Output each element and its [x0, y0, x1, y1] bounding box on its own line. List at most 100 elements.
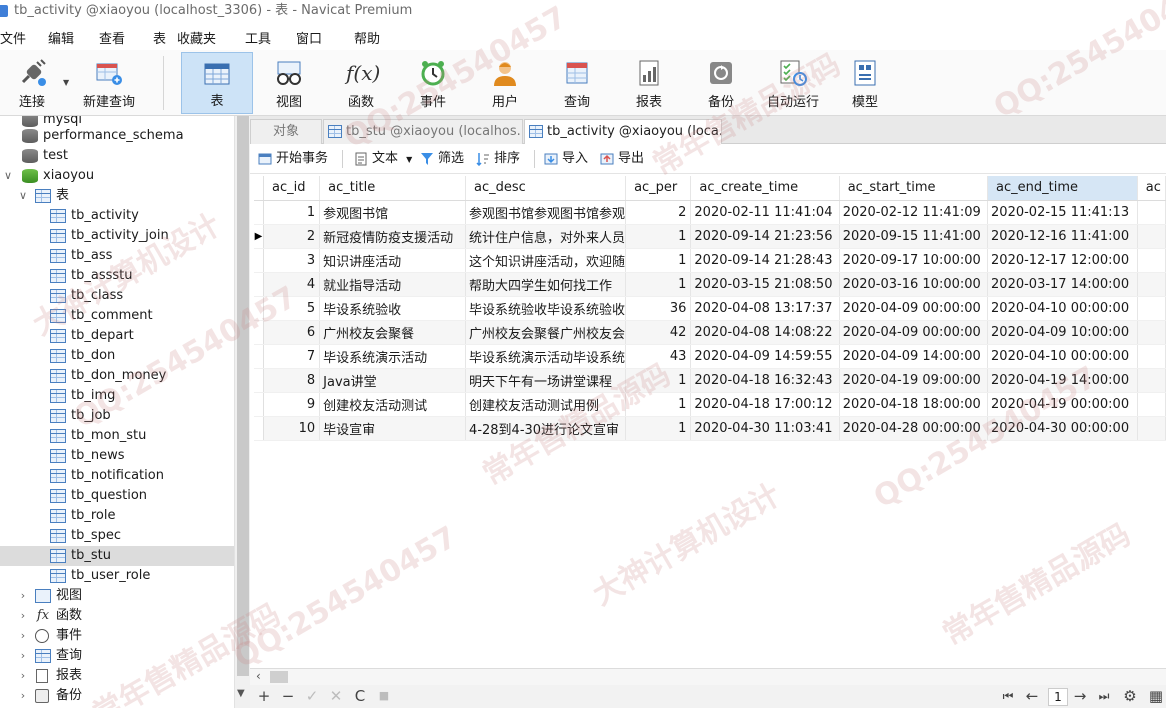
apply-changes-button[interactable]: ✓: [304, 687, 320, 705]
db-xiaoyou[interactable]: ∨ xiaoyou: [0, 166, 234, 186]
row-header[interactable]: [254, 200, 265, 225]
table-item[interactable]: tb_notification: [0, 466, 234, 486]
event-button[interactable]: 事件: [405, 52, 461, 114]
table-cell[interactable]: 9: [263, 392, 321, 417]
row-header[interactable]: [254, 320, 265, 345]
table-item[interactable]: tb_don: [0, 346, 234, 366]
functions-group[interactable]: › fx 函数: [0, 606, 234, 626]
table-cell[interactable]: 统计住户信息，对外来人员: [465, 224, 627, 249]
automation-button[interactable]: 自动运行: [761, 52, 825, 114]
table-cell[interactable]: 10: [263, 416, 321, 441]
table-cell[interactable]: 2020-04-09 14:00:00: [839, 344, 989, 369]
table-cell[interactable]: 2020-04-18 16:32:43: [690, 368, 840, 393]
table-cell[interactable]: 创建校友活动测试用例: [465, 392, 627, 417]
table-cell[interactable]: 毕设系统演示活动毕设系统: [465, 344, 627, 369]
table-item[interactable]: tb_question: [0, 486, 234, 506]
table-cell[interactable]: 2: [625, 200, 692, 225]
table-item[interactable]: tb_comment: [0, 306, 234, 326]
report-button[interactable]: 报表: [621, 52, 677, 114]
table-cell[interactable]: 43: [625, 344, 692, 369]
table-item[interactable]: tb_assstu: [0, 266, 234, 286]
table-cell[interactable]: 7: [263, 344, 321, 369]
collapsed-chevron-icon[interactable]: ›: [17, 606, 29, 626]
row-header[interactable]: [254, 248, 265, 273]
first-page-button[interactable]: ⏮: [1000, 687, 1016, 705]
column-header[interactable]: ac_desc: [465, 176, 627, 201]
table-cell[interactable]: 广州校友会聚餐: [319, 320, 467, 345]
table-cell[interactable]: [1137, 392, 1166, 417]
table-item-selected[interactable]: tb_stu: [0, 546, 234, 566]
table-cell[interactable]: 毕设宣审: [319, 416, 467, 441]
table-cell[interactable]: 毕设系统验收毕设系统验收: [465, 296, 627, 321]
navigator-scrollbar[interactable]: [234, 116, 250, 708]
table-cell[interactable]: [1137, 248, 1166, 273]
column-header[interactable]: ac_create_time: [690, 176, 840, 201]
table-cell[interactable]: 8: [263, 368, 321, 393]
import-button[interactable]: 导入: [544, 150, 588, 168]
horizontal-scrollbar[interactable]: ‹: [250, 669, 1166, 685]
collapsed-chevron-icon[interactable]: ›: [17, 626, 29, 646]
table-cell[interactable]: 1: [625, 272, 692, 297]
menu-window[interactable]: 窗口: [296, 28, 322, 47]
table-row[interactable]: 7 毕设系统演示活动 毕设系统演示活动毕设系统 43 2020-04-09 14:59:…: [254, 344, 1166, 369]
table-cell[interactable]: 2020-12-17 12:00:00: [987, 248, 1138, 273]
table-cell[interactable]: 2020-04-09 10:00:00: [987, 320, 1138, 345]
connect-button[interactable]: 连接: [4, 52, 60, 114]
reports-group[interactable]: › 报表: [0, 666, 234, 686]
table-item[interactable]: tb_img: [0, 386, 234, 406]
table-cell[interactable]: 2020-09-14 21:28:43: [690, 248, 840, 273]
table-cell[interactable]: 参观图书馆: [319, 200, 467, 225]
table-cell[interactable]: 2020-03-17 14:00:00: [987, 272, 1138, 297]
table-cell[interactable]: 帮助大四学生如何找工作: [465, 272, 627, 297]
query-button[interactable]: 查询: [549, 52, 605, 114]
table-cell[interactable]: 3: [263, 248, 321, 273]
table-cell[interactable]: 2020-04-28 00:00:00: [839, 416, 989, 441]
column-header-selected[interactable]: ac_end_time: [987, 176, 1138, 201]
table-cell[interactable]: 毕设系统验收: [319, 296, 467, 321]
row-header[interactable]: ▶: [254, 224, 265, 249]
scroll-left-arrow-icon[interactable]: ‹: [256, 669, 261, 683]
column-header[interactable]: ac_id: [263, 176, 321, 201]
stop-button[interactable]: ■: [376, 687, 392, 705]
table-cell[interactable]: 2020-09-17 10:00:00: [839, 248, 989, 273]
db-test[interactable]: test: [0, 146, 234, 166]
table-cell[interactable]: [1137, 368, 1166, 393]
table-cell[interactable]: 2020-09-14 21:23:56: [690, 224, 840, 249]
table-row[interactable]: 3 知识讲座活动 这个知识讲座活动，欢迎随 1 2020-09-14 21:28:43 2…: [254, 248, 1166, 273]
discard-changes-button[interactable]: ✕: [328, 687, 344, 705]
table-row[interactable]: 10 毕设宣审 4-28到4-30进行论文宣审 1 2020-04-30 11:03:4…: [254, 416, 1166, 441]
table-cell[interactable]: 就业指导活动: [319, 272, 467, 297]
table-cell[interactable]: [1137, 272, 1166, 297]
table-cell[interactable]: [1137, 344, 1166, 369]
row-header[interactable]: [254, 344, 265, 369]
table-cell[interactable]: 毕设系统演示活动: [319, 344, 467, 369]
column-header[interactable]: ac_title: [319, 176, 467, 201]
table-cell[interactable]: 2020-04-18 17:00:12: [690, 392, 840, 417]
table-row[interactable]: 5 毕设系统验收 毕设系统验收毕设系统验收 36 2020-04-08 13:17:37…: [254, 296, 1166, 321]
expanded-chevron-icon[interactable]: ∨: [17, 186, 29, 206]
db-performance-schema[interactable]: performance_schema: [0, 126, 234, 146]
table-cell[interactable]: 2020-02-11 11:41:04: [690, 200, 840, 225]
menu-tools[interactable]: 工具: [245, 28, 271, 47]
delete-record-button[interactable]: −: [280, 687, 296, 705]
scroll-down-arrow-icon[interactable]: ▼: [237, 688, 245, 699]
sort-button[interactable]: 排序: [476, 150, 520, 168]
table-item[interactable]: tb_ass: [0, 246, 234, 266]
table-cell[interactable]: 2020-04-30 11:03:41: [690, 416, 840, 441]
table-cell[interactable]: 2020-04-09 00:00:00: [839, 320, 989, 345]
table-cell[interactable]: 2020-04-10 00:00:00: [987, 296, 1138, 321]
table-cell[interactable]: 2020-04-08 13:17:37: [690, 296, 840, 321]
new-query-button[interactable]: 新建查询: [78, 52, 140, 114]
table-item[interactable]: tb_activity_join: [0, 226, 234, 246]
table-cell[interactable]: 2020-04-19 00:00:00: [987, 392, 1138, 417]
table-cell[interactable]: 1: [625, 392, 692, 417]
collapsed-chevron-icon[interactable]: ›: [17, 686, 29, 706]
table-row[interactable]: 1 参观图书馆 参观图书馆参观图书馆参观 2 2020-02-11 11:41:04 20…: [254, 200, 1166, 225]
table-cell[interactable]: 2020-03-15 21:08:50: [690, 272, 840, 297]
grid-view-icon[interactable]: ▦: [1148, 687, 1164, 705]
table-cell[interactable]: 4: [263, 272, 321, 297]
table-cell[interactable]: [1137, 224, 1166, 249]
connect-dropdown-icon[interactable]: ▼: [63, 78, 69, 87]
model-button[interactable]: 模型: [837, 52, 893, 114]
begin-transaction-button[interactable]: 开始事务: [258, 150, 328, 168]
